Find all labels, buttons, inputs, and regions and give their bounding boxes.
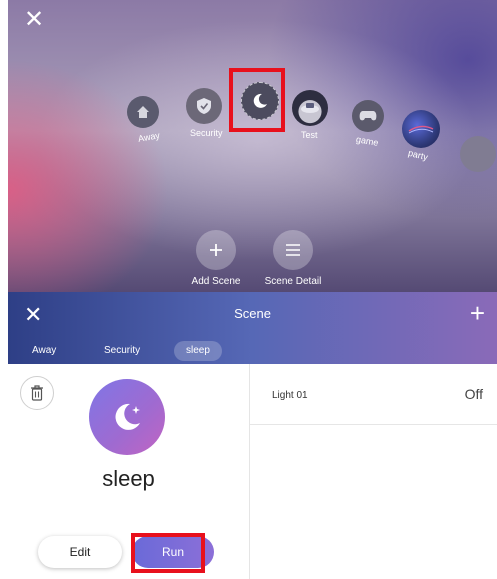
scene-carousel-panel: ✕ Away Security Test game party Add Scen… (8, 0, 497, 292)
edit-button[interactable]: Edit (38, 536, 122, 568)
shield-icon (186, 88, 222, 124)
scene-name: sleep (102, 466, 155, 491)
close-icon[interactable]: ✕ (24, 8, 44, 32)
page-title: Scene (234, 306, 271, 321)
plus-icon (196, 230, 236, 270)
list-item[interactable]: Light 01 Off (250, 364, 497, 425)
scene-detail-button[interactable]: Scene Detail (258, 230, 328, 287)
scene-more[interactable] (460, 136, 496, 172)
device-name: Light 01 (272, 390, 308, 401)
add-icon[interactable]: + (470, 298, 485, 329)
scene-detail-card: sleep Edit Run (8, 364, 249, 579)
scene-party[interactable]: party (402, 110, 448, 170)
list-icon (273, 230, 313, 270)
highlight-box (131, 533, 205, 573)
scene-label: Security (190, 128, 223, 138)
scene-tabs: Away Security sleep (8, 338, 497, 364)
tab-sleep[interactable]: sleep (174, 341, 222, 361)
moon-icon (89, 379, 165, 455)
scene-label: Test (301, 130, 318, 140)
highlight-box (229, 68, 285, 132)
tab-security[interactable]: Security (92, 341, 152, 361)
scene-label: Away (137, 130, 161, 144)
add-scene-label: Add Scene (191, 276, 241, 287)
device-list: Light 01 Off (250, 364, 497, 579)
delete-button[interactable] (20, 376, 54, 410)
scene-detail-label: Scene Detail (264, 276, 322, 287)
scene-header: ✕ Scene + Away Security sleep (8, 292, 497, 364)
scene-label: party (407, 147, 429, 163)
scene-test[interactable]: Test (292, 90, 334, 150)
scene-security[interactable]: Security (186, 88, 228, 148)
trash-icon (31, 385, 43, 401)
photo-thumbnail (402, 110, 440, 148)
add-scene-button[interactable]: Add Scene (186, 230, 246, 287)
device-state[interactable]: Off (465, 386, 483, 402)
gamepad-icon (352, 100, 384, 132)
photo-thumbnail (292, 90, 328, 126)
scene-game[interactable]: game (352, 100, 394, 160)
house-icon (127, 96, 159, 128)
tab-away[interactable]: Away (20, 341, 68, 361)
scene-away[interactable]: Away (124, 96, 166, 156)
scene-label: game (355, 134, 380, 148)
